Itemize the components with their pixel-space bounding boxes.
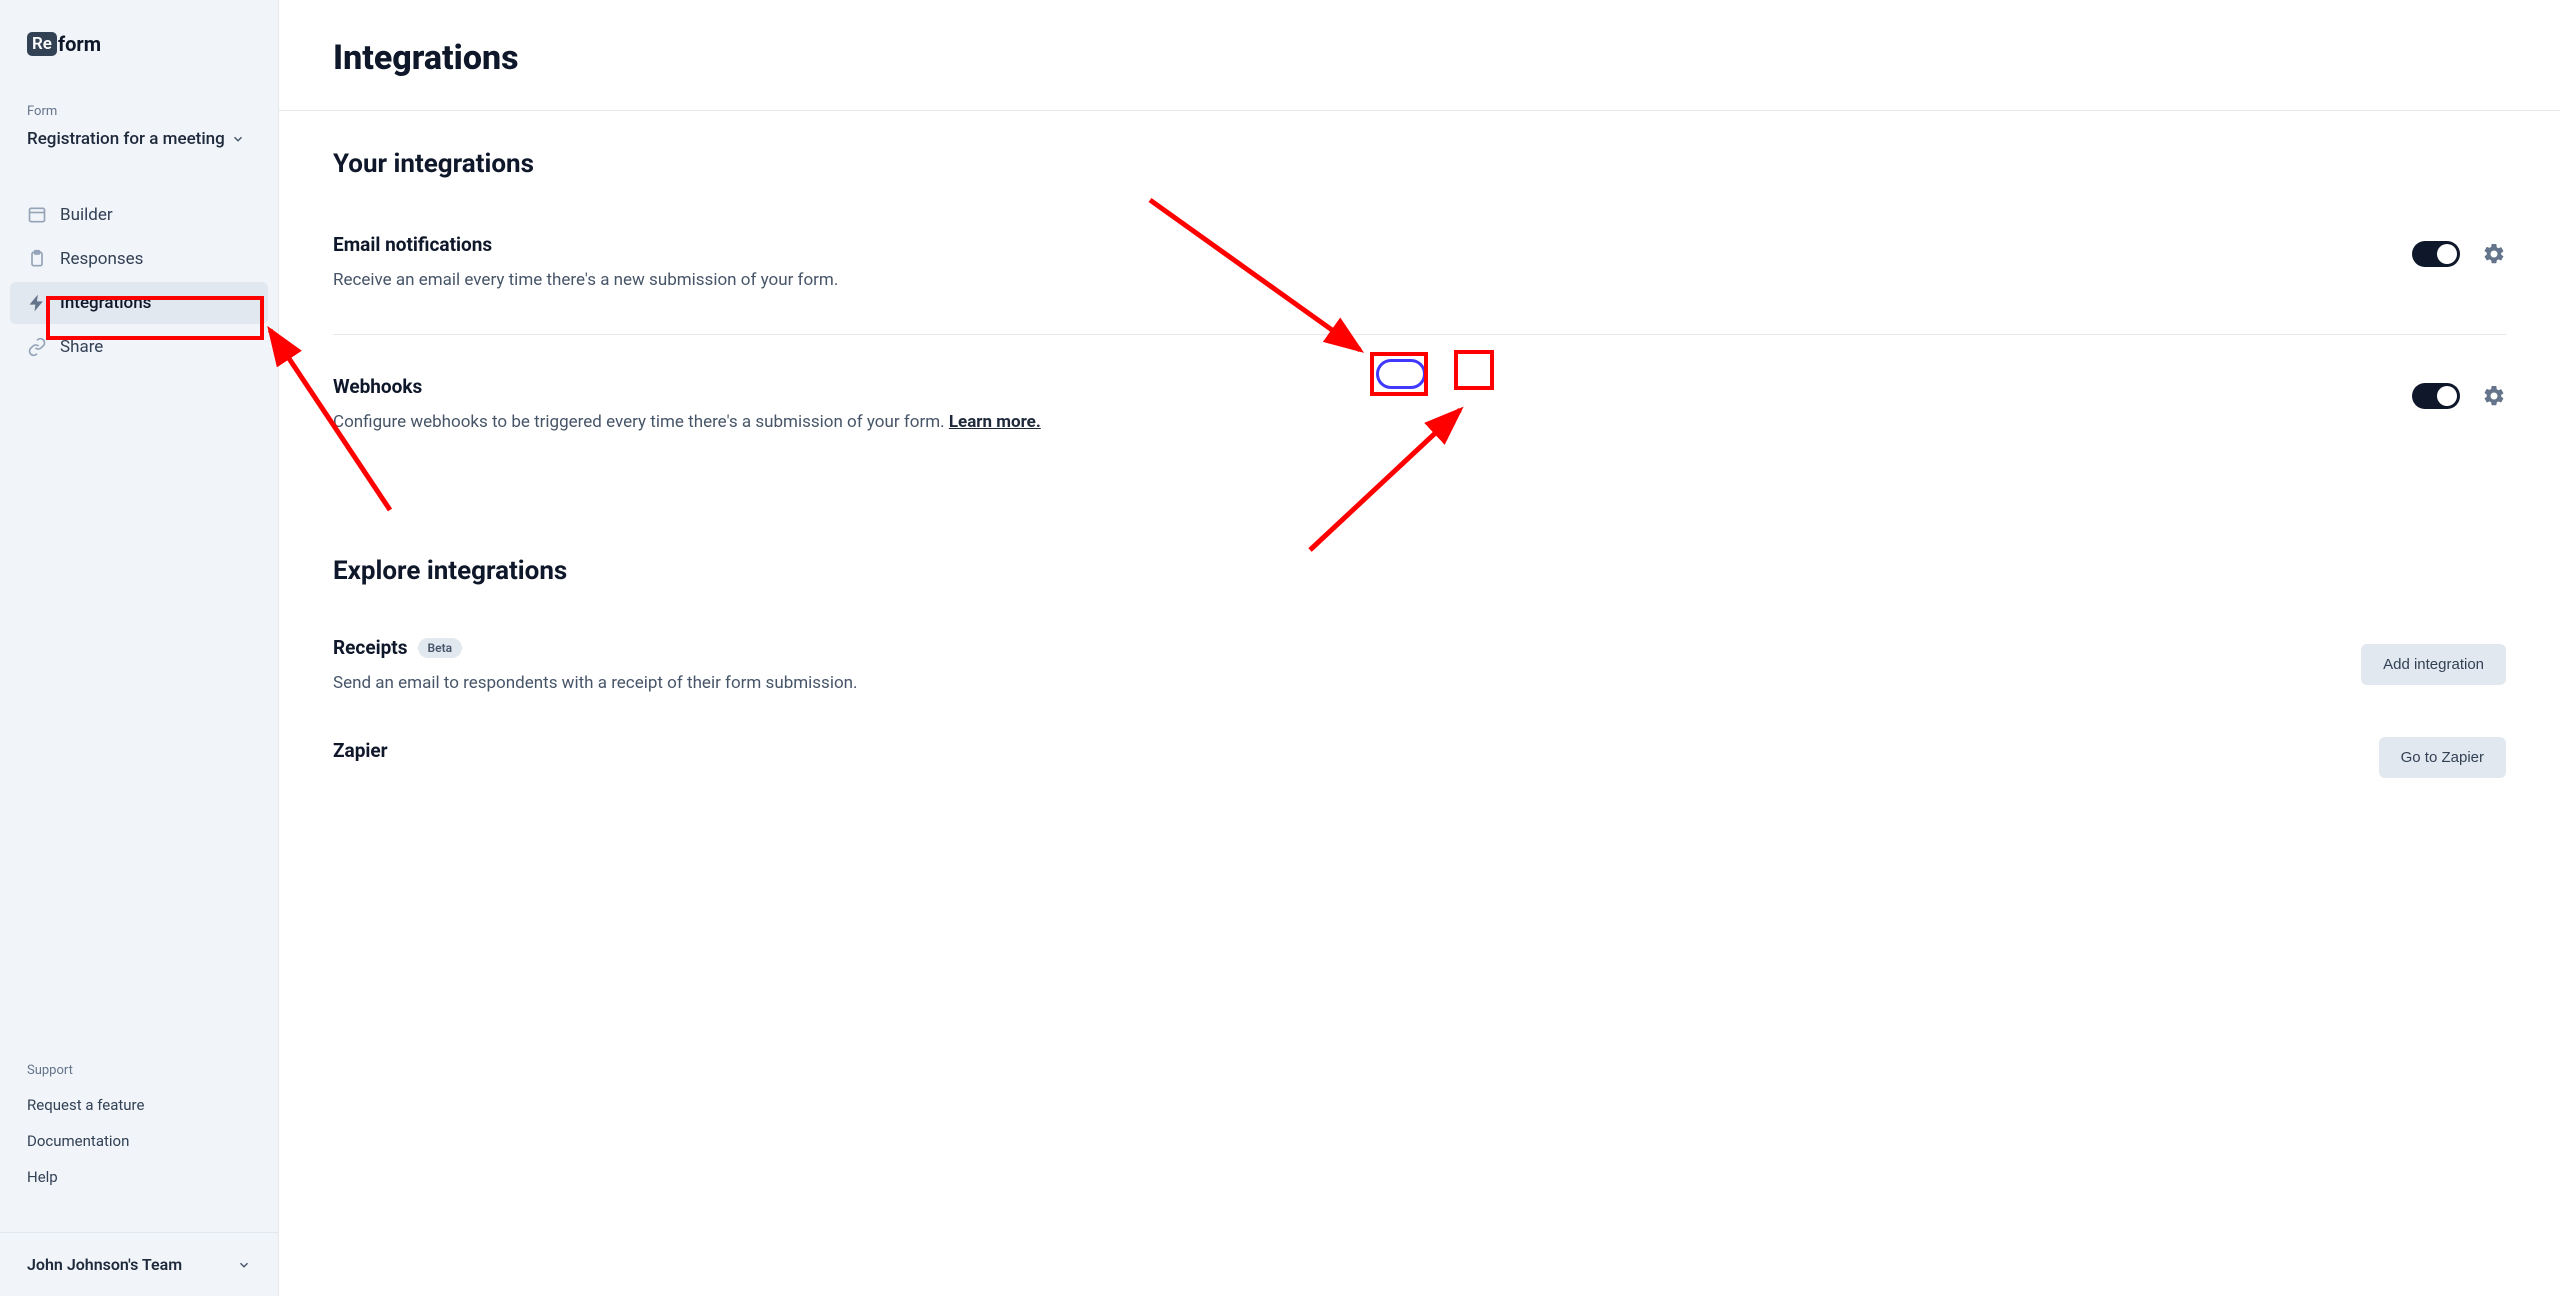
sidebar: Reform Form Registration for a meeting B… <box>0 0 279 1296</box>
email-settings-button[interactable] <box>2482 242 2506 266</box>
go-to-zapier-button[interactable]: Go to Zapier <box>2379 737 2506 778</box>
gear-icon <box>2482 242 2506 266</box>
email-desc: Receive an email every time there's a ne… <box>333 270 2412 290</box>
chevron-down-icon <box>231 132 245 146</box>
zapier-title: Zapier <box>333 739 2379 762</box>
chevron-down-icon <box>237 1258 251 1272</box>
webhooks-toggle[interactable] <box>2412 383 2460 409</box>
support-help[interactable]: Help <box>27 1168 251 1186</box>
logo-text: form <box>58 32 101 56</box>
form-name: Registration for a meeting <box>27 129 225 149</box>
nav-responses[interactable]: Responses <box>10 238 268 280</box>
explore-zapier: Zapier Go to Zapier <box>333 721 2506 778</box>
logo: Reform <box>0 0 278 56</box>
receipts-desc: Send an email to respondents with a rece… <box>333 673 2361 693</box>
nav-responses-label: Responses <box>60 249 143 269</box>
explore-section: Explore integrations Receipts Beta Send … <box>333 556 2506 778</box>
team-name: John Johnson's Team <box>27 1255 182 1274</box>
integration-email: Email notifications Receive an email eve… <box>333 213 2506 335</box>
bolt-icon <box>27 293 47 313</box>
explore-title: Explore integrations <box>333 556 2506 586</box>
form-section-label: Form <box>0 104 278 129</box>
page-title: Integrations <box>333 38 2506 78</box>
nav-integrations-label: Integrations <box>60 293 151 313</box>
nav-share-label: Share <box>60 337 103 357</box>
email-toggle[interactable] <box>2412 241 2460 267</box>
page-header: Integrations <box>279 0 2560 111</box>
link-icon <box>27 337 47 357</box>
team-switcher[interactable]: John Johnson's Team <box>0 1232 278 1296</box>
form-section: Form Registration for a meeting <box>0 56 278 149</box>
main-content: Integrations Your integrations Email not… <box>279 0 2560 1296</box>
support-documentation[interactable]: Documentation <box>27 1132 251 1150</box>
explore-receipts: Receipts Beta Send an email to responden… <box>333 620 2506 721</box>
support-heading: Support <box>27 1063 251 1078</box>
support-request-feature[interactable]: Request a feature <box>27 1096 251 1114</box>
webhooks-learn-more[interactable]: Learn more. <box>949 412 1041 432</box>
webhooks-desc: Configure webhooks to be triggered every… <box>333 412 2412 432</box>
your-integrations-title: Your integrations <box>333 149 2506 179</box>
add-integration-button[interactable]: Add integration <box>2361 644 2506 685</box>
beta-badge: Beta <box>418 638 463 658</box>
webhooks-title: Webhooks <box>333 375 2412 398</box>
form-selector[interactable]: Registration for a meeting <box>0 129 278 149</box>
window-icon <box>27 205 47 225</box>
nav-builder[interactable]: Builder <box>10 194 268 236</box>
nav-integrations[interactable]: Integrations <box>10 282 268 324</box>
integration-webhooks: Webhooks Configure webhooks to be trigge… <box>333 355 2506 476</box>
nav-share[interactable]: Share <box>10 326 268 368</box>
nav-builder-label: Builder <box>60 205 113 225</box>
support-block: Support Request a feature Documentation … <box>0 1063 278 1204</box>
logo-badge: Re <box>27 32 57 56</box>
receipts-title: Receipts Beta <box>333 636 2361 659</box>
nav: Builder Responses Integrations Share <box>0 194 278 370</box>
webhooks-settings-button[interactable] <box>2482 384 2506 408</box>
email-title: Email notifications <box>333 233 2412 256</box>
gear-icon <box>2482 384 2506 408</box>
clipboard-icon <box>27 249 47 269</box>
